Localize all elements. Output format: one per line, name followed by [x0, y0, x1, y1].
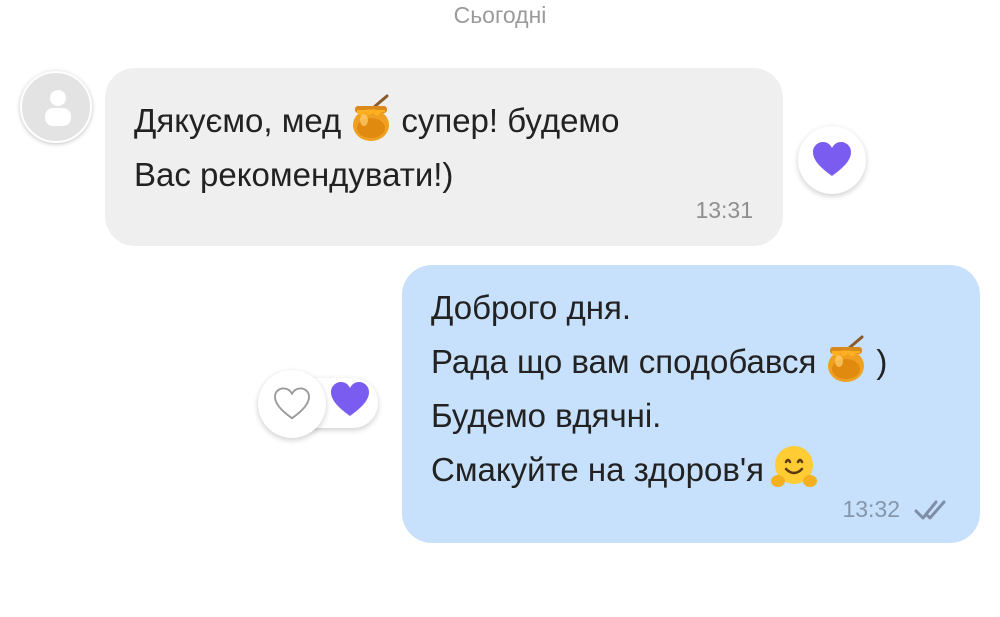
- message-time: 13:31: [695, 197, 753, 223]
- message-text: Будемо вдячні.: [431, 397, 662, 434]
- honey-pot-icon: [822, 335, 870, 383]
- heart-outline-icon: [274, 387, 310, 420]
- message-time: 13:32: [842, 496, 900, 522]
- message-text: ): [876, 343, 888, 380]
- reaction-badge[interactable]: [798, 126, 866, 194]
- person-icon: [45, 90, 71, 126]
- message-text: Дякуємо, мед: [134, 102, 342, 139]
- add-reaction-button[interactable]: [258, 370, 326, 438]
- honey-pot-icon: [347, 94, 395, 142]
- date-separator: Сьогодні: [453, 2, 547, 28]
- purple-heart-icon: [813, 142, 851, 176]
- outgoing-message[interactable]: Доброго дня. Рада що вам сподобався ) Бу…: [402, 265, 980, 543]
- hugging-face-icon: [770, 443, 818, 491]
- message-text: Доброго дня.: [431, 289, 632, 326]
- avatar[interactable]: [20, 71, 92, 143]
- purple-heart-icon: [331, 382, 369, 416]
- incoming-message[interactable]: Дякуємо, мед супер! будемо Вас рекоменду…: [105, 68, 783, 246]
- message-text: Смакуйте на здоров'я: [431, 451, 765, 488]
- message-text: Вас рекомендувати!): [134, 156, 454, 193]
- message-text: супер! будемо: [401, 102, 620, 139]
- message-text: Рада що вам сподобався: [431, 343, 817, 380]
- double-check-icon: [914, 500, 946, 520]
